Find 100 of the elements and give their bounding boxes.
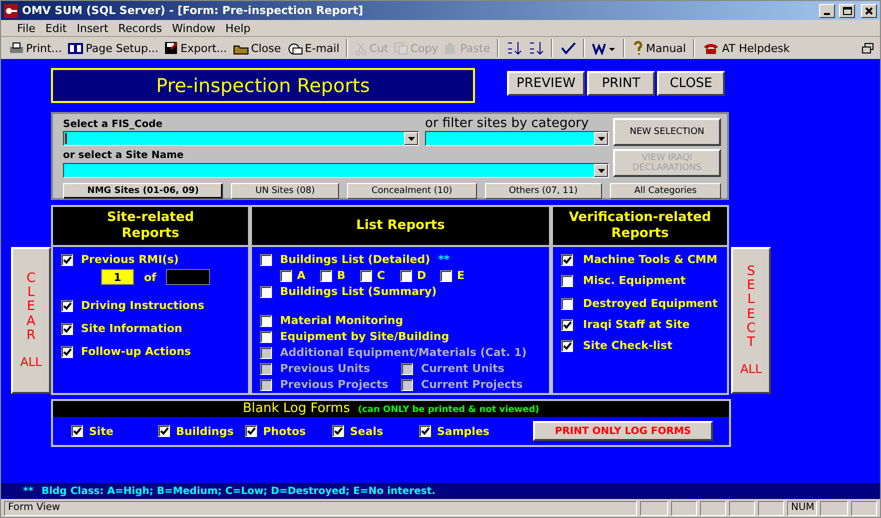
caret-icon [598,136,604,140]
section-title: Blank Log Forms [242,401,350,416]
selection-button[interactable]: NEW SELECTION [613,118,721,146]
checkbox-label: Site Information [81,322,182,335]
maximize-icon [842,6,852,14]
site-name-dropdown[interactable] [63,163,609,178]
checkbox-label: Iraqi Staff at Site [583,318,690,331]
checkbox-label: Additional Equipment/Materials (Cat. 1) [280,346,527,359]
category-button[interactable]: Concealment (10) [347,183,477,199]
checkbox-label: Equipment by Site/Building [280,330,450,343]
checkbox-label: D [417,269,426,282]
checkbox[interactable] [61,346,73,358]
rmi-total-field[interactable] [166,269,210,285]
header-button[interactable]: PREVIEW [507,71,585,96]
checkbox[interactable] [71,425,83,437]
menu-item[interactable]: Window [168,22,220,34]
checkbox-label: Seals [350,424,384,438]
key-icon [4,4,18,18]
header-button[interactable]: CLOSE [657,71,725,96]
checkbox-label: Follow-up Actions [81,345,191,358]
checkbox-label: Samples [437,424,490,438]
rmi-number-field[interactable]: 1 [101,269,134,285]
toolbar-button[interactable]: Manual [630,41,688,55]
checkbox[interactable] [440,270,452,282]
menu-item[interactable]: Insert [72,22,112,34]
checkbox[interactable] [320,270,332,282]
maximize-button[interactable] [839,4,855,18]
category-button[interactable]: UN Sites (08) [231,183,340,199]
checkbox-label: Site [89,424,114,438]
checkbox-label: Previous RMI(s) [81,253,179,266]
checkbox-label: Material Monitoring [280,314,404,327]
status-pane [729,500,755,516]
checkbox[interactable] [561,298,573,310]
footnote-mark: ** [23,486,34,496]
checkbox[interactable] [400,270,412,282]
telephone-icon [702,42,720,54]
caret-icon [598,168,604,172]
column-header: List Reports [250,205,551,247]
toolbar-button[interactable]: Page Setup... [66,42,160,54]
menu-item[interactable]: File [13,22,40,34]
checkbox[interactable] [561,274,573,286]
column-header: Verification-related Reports [551,205,729,247]
close-icon [865,6,873,14]
category-button[interactable]: NMG Sites (01-06, 09) [63,183,224,199]
status-pane [640,500,668,516]
menu-item[interactable]: Edit [41,22,71,34]
copy-icon [394,42,408,54]
category-button[interactable]: Others (07, 11) [484,183,602,199]
checkbox[interactable] [61,300,73,312]
checkbox[interactable] [360,270,372,282]
checkbox[interactable] [561,254,573,266]
checkbox[interactable] [260,330,272,342]
scissors-icon [355,42,368,54]
status-pane [700,500,726,516]
checkbox-label: Misc. Equipment [583,274,686,287]
field-label: or select a Site Name [63,150,185,161]
checkbox[interactable] [61,254,73,266]
checkbox-label: Photos [263,424,306,438]
of-label: of [144,270,156,284]
checkbox-label: Machine Tools & CMM [583,253,718,266]
checkbox[interactable] [280,270,292,282]
header-button[interactable]: PRINT [587,71,655,96]
checkbox[interactable] [419,425,431,437]
status-pane [671,500,697,516]
checkbox[interactable] [561,318,573,330]
letter-w-icon[interactable] [590,42,618,54]
field-label: Select a FIS_Code [63,119,164,130]
toolbar-button[interactable]: Print... [7,42,64,54]
fis-code-dropdown[interactable] [63,131,419,146]
checkbox[interactable] [332,425,344,437]
checkbox-label: Current Units [421,362,504,375]
category-button[interactable]: All Categories [610,183,722,199]
checkbox[interactable] [260,286,272,298]
toolbar-button[interactable]: Close [230,42,283,54]
envelope-icon [286,42,303,54]
menu-item[interactable]: Records [114,22,166,34]
status-pane [851,500,877,516]
restore-icon[interactable] [862,42,874,54]
question-mark-icon [632,41,644,55]
checkbox-label: Current Projects [421,378,523,391]
checkbox[interactable] [61,322,73,334]
checkbox-label: Previous Units [280,362,370,375]
checkbox-label: A [297,269,306,282]
checkbox[interactable] [260,254,272,266]
field-label: or filter sites by category [425,117,590,130]
toolbar-button[interactable]: Export... [162,41,229,55]
caret-icon [408,136,414,140]
menu-item[interactable]: Help [221,22,254,34]
close-button[interactable] [861,4,877,18]
checkbox[interactable] [260,314,272,326]
checkbox[interactable] [245,425,257,437]
toolbar-button[interactable]: E-mail [284,42,342,54]
checkbox-label: B [337,269,346,282]
checkbox[interactable] [158,425,170,437]
category-dropdown[interactable] [425,131,609,146]
checkbox[interactable] [561,340,573,352]
minimize-icon [824,12,830,14]
minimize-button[interactable] [819,4,835,18]
toolbar-button[interactable]: AT Helpdesk [700,42,792,54]
checkbox-label: Previous Projects [280,378,388,391]
